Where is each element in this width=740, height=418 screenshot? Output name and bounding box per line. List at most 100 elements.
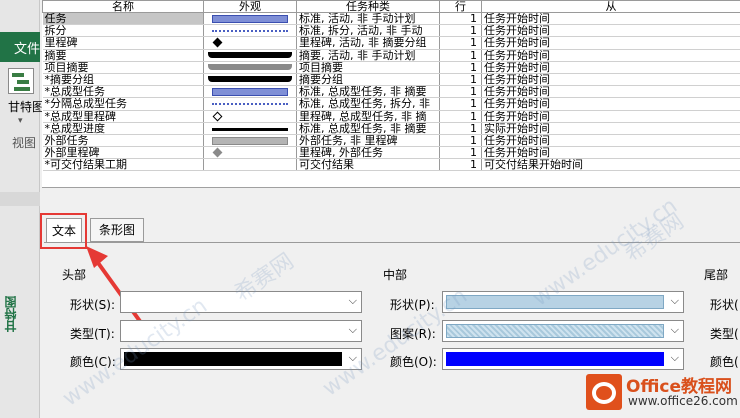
style-name-cell[interactable]: *分隔总成型任务: [42, 97, 204, 111]
gantt-chart-icon[interactable]: [8, 68, 34, 94]
appearance-cell[interactable]: [203, 24, 297, 38]
style-name-cell[interactable]: *总成型任务: [42, 85, 204, 99]
row-number-cell[interactable]: 1: [439, 36, 482, 50]
row-number-cell[interactable]: 1: [439, 85, 482, 99]
appearance-cell[interactable]: [203, 36, 297, 50]
style-name-cell[interactable]: *总成型进度: [42, 122, 204, 135]
style-name-cell[interactable]: 项目摘要: [42, 61, 204, 74]
row-number-cell[interactable]: 1: [439, 110, 482, 123]
chevron-down-icon[interactable]: ⌵: [671, 351, 679, 365]
task-kind-cell[interactable]: 标准, 活动, 非 手动计划: [296, 12, 440, 26]
table-row[interactable]: 外部里程碑 里程碑, 外部任务 1 任务开始时间: [42, 146, 740, 160]
task-kind-cell[interactable]: 外部任务, 非 里程碑: [296, 134, 440, 148]
from-cell[interactable]: 可交付结果开始时间: [481, 158, 740, 172]
appearance-cell[interactable]: [203, 97, 297, 111]
row-number-cell[interactable]: 1: [439, 12, 482, 26]
row-number-cell[interactable]: 1: [439, 49, 482, 62]
row-number-cell[interactable]: 1: [439, 146, 482, 160]
from-cell[interactable]: 任务开始时间: [481, 134, 740, 148]
appearance-cell[interactable]: [203, 12, 297, 26]
style-name-cell[interactable]: 拆分: [42, 24, 204, 38]
head-type-select[interactable]: ⌵: [120, 320, 362, 342]
style-name-cell[interactable]: 外部里程碑: [42, 146, 204, 160]
row-number-cell[interactable]: 1: [439, 158, 482, 172]
middle-pattern-select[interactable]: ⌵: [442, 320, 684, 342]
table-row[interactable]: *总成型进度 标准, 总成型任务, 非 摘要 1 实际开始时间: [42, 122, 740, 135]
table-row[interactable]: 拆分 标准, 拆分, 活动, 非 手动 1 任务开始时间: [42, 24, 740, 38]
style-name-cell[interactable]: 摘要: [42, 49, 204, 62]
chevron-down-icon[interactable]: ▾: [18, 116, 23, 126]
appearance-cell[interactable]: [203, 110, 297, 123]
appearance-cell[interactable]: [203, 134, 297, 148]
task-kind-cell[interactable]: 标准, 拆分, 活动, 非 手动: [296, 24, 440, 38]
table-row[interactable]: 外部任务 外部任务, 非 里程碑 1 任务开始时间: [42, 134, 740, 148]
middle-color-select[interactable]: ⌵: [442, 348, 684, 370]
file-tab[interactable]: 文件: [0, 32, 40, 62]
table-row[interactable]: 项目摘要 项目摘要 1 任务开始时间: [42, 61, 740, 74]
table-row[interactable]: 任务 标准, 活动, 非 手动计划 1 任务开始时间: [42, 12, 740, 26]
from-cell[interactable]: 任务开始时间: [481, 24, 740, 38]
gantt-chart-button-label[interactable]: 甘特图: [8, 98, 44, 115]
style-name-cell[interactable]: 任务: [42, 12, 204, 26]
from-cell[interactable]: 任务开始时间: [481, 49, 740, 62]
from-cell[interactable]: 任务开始时间: [481, 97, 740, 111]
table-row[interactable]: 里程碑 里程碑, 活动, 非 摘要分组 1 任务开始时间: [42, 36, 740, 50]
table-row[interactable]: *总成型任务 标准, 总成型任务, 非 摘要 1 任务开始时间: [42, 85, 740, 99]
row-number-cell[interactable]: 1: [439, 97, 482, 111]
row-number-cell[interactable]: 1: [439, 122, 482, 135]
table-row[interactable]: *总成型里程碑 里程碑, 总成型任务, 非 摘 1 任务开始时间: [42, 110, 740, 123]
middle-shape-label: 形状(P):: [390, 298, 435, 312]
task-kind-cell[interactable]: 项目摘要: [296, 61, 440, 74]
task-kind-cell[interactable]: 里程碑, 外部任务: [296, 146, 440, 160]
task-kind-cell[interactable]: 标准, 总成型任务, 拆分, 非: [296, 97, 440, 111]
appearance-cell[interactable]: [203, 61, 297, 74]
task-kind-cell[interactable]: 里程碑, 总成型任务, 非 摘: [296, 110, 440, 123]
table-row[interactable]: *可交付结果工期 可交付结果 1 可交付结果开始时间: [42, 158, 740, 172]
task-kind-cell[interactable]: 标准, 总成型任务, 非 摘要: [296, 85, 440, 99]
from-cell[interactable]: 实际开始时间: [481, 122, 740, 135]
task-kind-cell[interactable]: 标准, 总成型任务, 非 摘要: [296, 122, 440, 135]
from-cell[interactable]: 任务开始时间: [481, 36, 740, 50]
style-name-cell[interactable]: *总成型里程碑: [42, 110, 204, 123]
column-header-appearance[interactable]: 外观: [203, 0, 297, 13]
from-cell[interactable]: 任务开始时间: [481, 61, 740, 74]
task-kind-cell[interactable]: 里程碑, 活动, 非 摘要分组: [296, 36, 440, 50]
row-number-cell[interactable]: 1: [439, 24, 482, 38]
head-shape-select[interactable]: ⌵: [120, 291, 362, 313]
style-name-cell[interactable]: 里程碑: [42, 36, 204, 50]
task-kind-cell[interactable]: 摘要分组: [296, 73, 440, 87]
table-row[interactable]: *摘要分组 摘要分组 1 任务开始时间: [42, 73, 740, 87]
from-cell[interactable]: 任务开始时间: [481, 12, 740, 26]
column-header-name[interactable]: 名称: [42, 0, 204, 13]
middle-shape-select[interactable]: ⌵: [442, 291, 684, 313]
appearance-cell[interactable]: [203, 158, 297, 172]
appearance-cell[interactable]: [203, 49, 297, 62]
column-header-task-kind[interactable]: 任务种类: [296, 0, 440, 13]
chevron-down-icon[interactable]: ⌵: [671, 294, 679, 308]
from-cell[interactable]: 任务开始时间: [481, 73, 740, 87]
style-name-cell[interactable]: 外部任务: [42, 134, 204, 148]
from-cell[interactable]: 任务开始时间: [481, 146, 740, 160]
appearance-cell[interactable]: [203, 73, 297, 87]
style-name-cell[interactable]: *可交付结果工期: [42, 158, 204, 172]
from-cell[interactable]: 任务开始时间: [481, 85, 740, 99]
chevron-down-icon[interactable]: ⌵: [671, 323, 679, 337]
table-row[interactable]: *分隔总成型任务 标准, 总成型任务, 拆分, 非 1 任务开始时间: [42, 97, 740, 111]
chevron-down-icon[interactable]: ⌵: [349, 323, 357, 337]
task-kind-cell[interactable]: 摘要, 活动, 非 手动计划: [296, 49, 440, 62]
chevron-down-icon[interactable]: ⌵: [349, 351, 357, 365]
style-name-cell[interactable]: *摘要分组: [42, 73, 204, 87]
column-header-row[interactable]: 行: [439, 0, 482, 13]
appearance-cell[interactable]: [203, 85, 297, 99]
column-header-from[interactable]: 从: [481, 0, 740, 13]
head-color-select[interactable]: ⌵: [120, 348, 362, 370]
row-number-cell[interactable]: 1: [439, 134, 482, 148]
chevron-down-icon[interactable]: ⌵: [349, 294, 357, 308]
appearance-cell[interactable]: [203, 122, 297, 135]
task-kind-cell[interactable]: 可交付结果: [296, 158, 440, 172]
appearance-cell[interactable]: [203, 146, 297, 160]
table-row[interactable]: 摘要 摘要, 活动, 非 手动计划 1 任务开始时间: [42, 49, 740, 62]
row-number-cell[interactable]: 1: [439, 73, 482, 87]
row-number-cell[interactable]: 1: [439, 61, 482, 74]
from-cell[interactable]: 任务开始时间: [481, 110, 740, 123]
